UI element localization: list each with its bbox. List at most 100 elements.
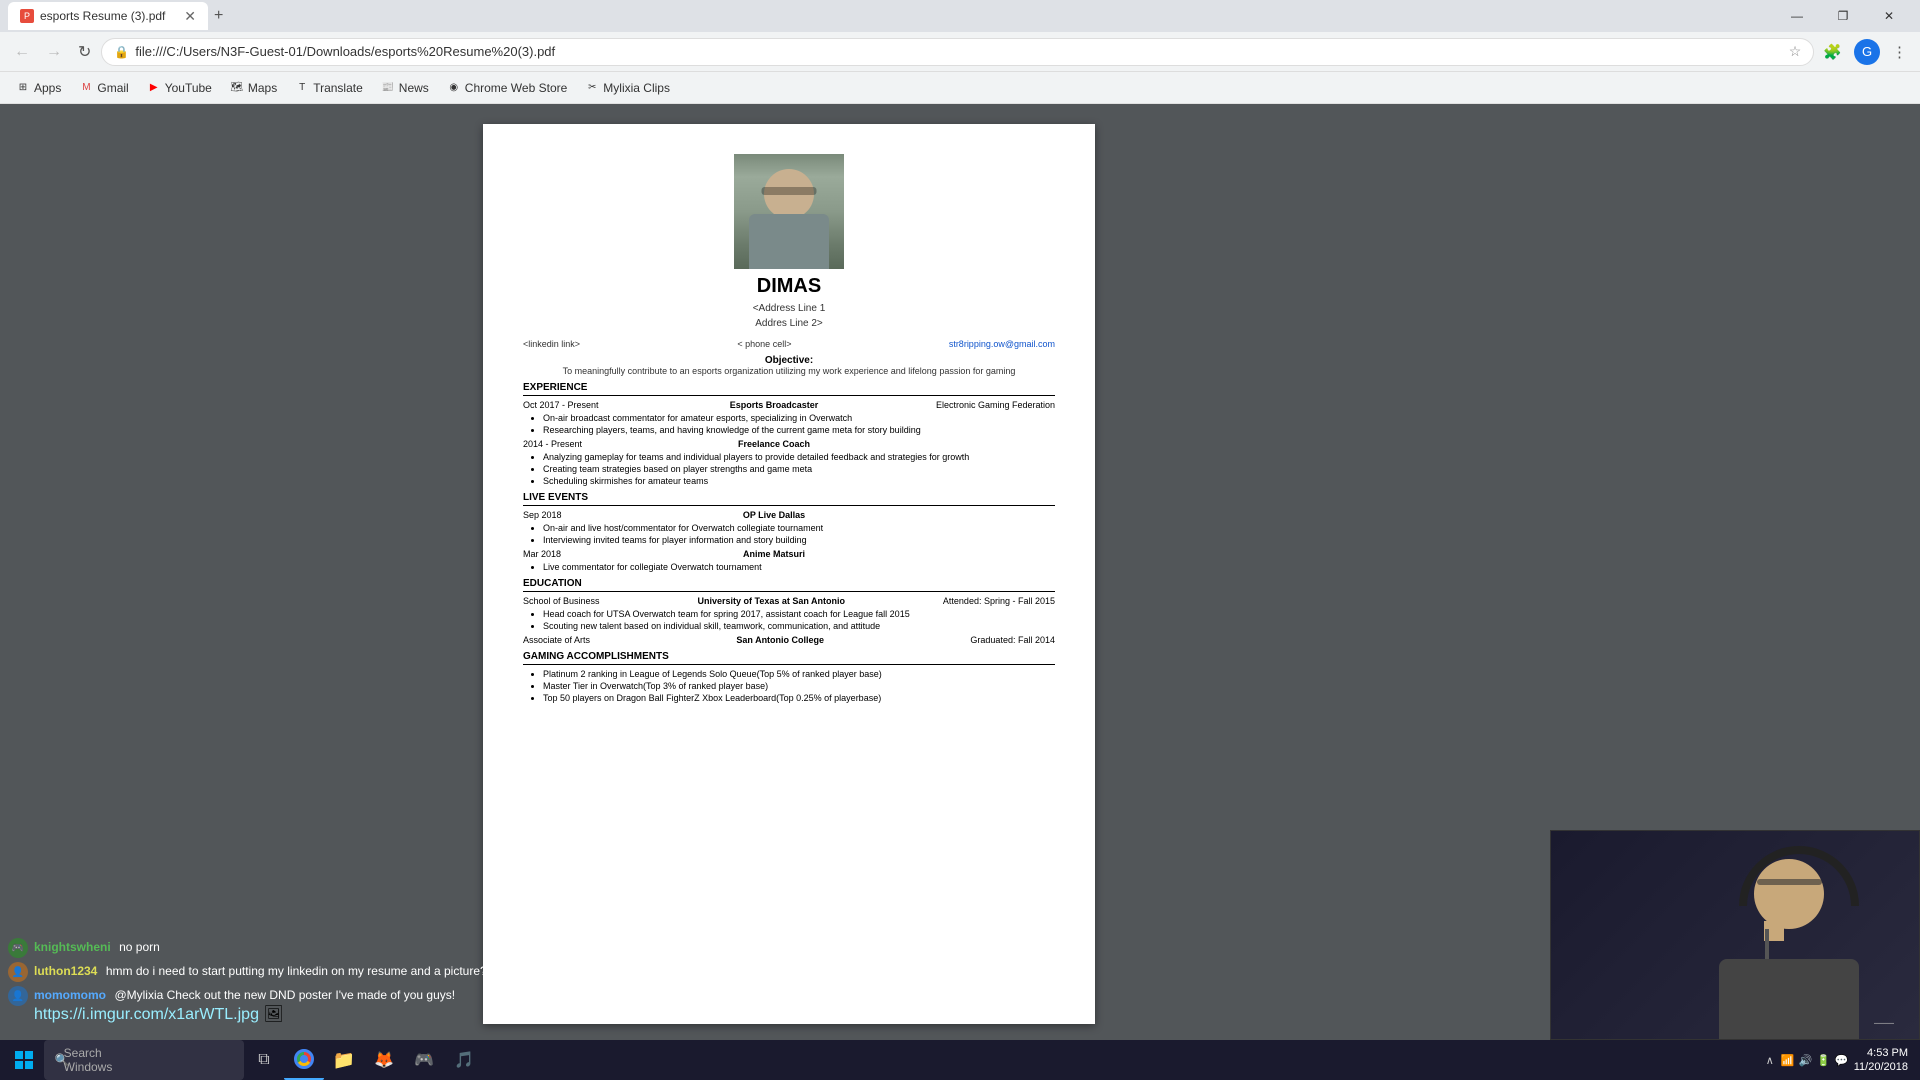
taskbar-clock[interactable]: 4:53 PM 11/20/2018 xyxy=(1854,1046,1908,1075)
close-button[interactable]: ✕ xyxy=(1866,0,1912,32)
live-event-row-1: Sep 2018 OP Live Dallas xyxy=(523,510,1055,520)
event2-date: Mar 2018 xyxy=(523,549,613,559)
profile-button[interactable]: G xyxy=(1849,34,1885,70)
resume-phone: < phone cell> xyxy=(737,339,791,349)
resume-email[interactable]: str8ripping.ow@gmail.com xyxy=(949,339,1055,349)
taskbar-search-label: Search Windows xyxy=(78,1050,98,1070)
resume-photo xyxy=(734,154,844,269)
bookmark-apps-label: Apps xyxy=(34,81,61,95)
chrome-web-store-icon: ◉ xyxy=(447,81,461,95)
event2-name: Anime Matsuri xyxy=(613,549,935,559)
extensions-button[interactable]: 🧩 xyxy=(1818,38,1847,66)
youtube-icon: ▶ xyxy=(147,81,161,95)
bookmark-translate-label: Translate xyxy=(313,81,363,95)
taskbar-chrome[interactable] xyxy=(284,1040,324,1080)
chat-message-1: 🎮 knightswheni no porn xyxy=(8,938,512,958)
bookmark-gmail[interactable]: M Gmail xyxy=(71,78,136,98)
minimize-button[interactable]: — xyxy=(1774,0,1820,32)
experience-row-2: 2014 - Present Freelance Coach xyxy=(523,439,1055,449)
live-events-section-title: LIVE EVENTS xyxy=(523,492,1055,506)
tab-close-button[interactable]: ✕ xyxy=(184,8,196,25)
chrome-icon xyxy=(294,1049,314,1069)
bookmark-apps[interactable]: ⊞ Apps xyxy=(8,78,69,98)
tray-battery[interactable]: 🔋 xyxy=(1816,1052,1832,1068)
tray-network[interactable]: 📶 xyxy=(1780,1052,1796,1068)
bookmark-mylixia-clips-label: Mylixia Clips xyxy=(603,81,670,95)
taskbar-right: ∧ 📶 🔊 🔋 💬 4:53 PM 11/20/2018 xyxy=(1762,1046,1916,1075)
event1-org xyxy=(935,510,1055,520)
tray-volume[interactable]: 🔊 xyxy=(1798,1052,1814,1068)
bookmark-news[interactable]: 📰 News xyxy=(373,78,437,98)
bookmark-star-button[interactable]: ☆ xyxy=(1789,43,1802,60)
task-view-icon: ⧉ xyxy=(254,1050,274,1070)
tray-up-arrow[interactable]: ∧ xyxy=(1762,1052,1778,1068)
resume-linkedin: <linkedin link> xyxy=(523,339,580,349)
chat-text-2: hmm do i need to start putting my linked… xyxy=(106,964,487,978)
exp2-bullet-2: Creating team strategies based on player… xyxy=(543,464,1055,474)
taskbar-app-1[interactable]: 🦊 xyxy=(364,1040,404,1080)
app1-icon: 🦊 xyxy=(374,1050,394,1070)
main-area: DIMAS <Address Line 1 Addres Line 2> <li… xyxy=(0,104,1920,1080)
file-explorer-icon: 📁 xyxy=(334,1050,354,1070)
event1-bullet-1: On-air and live host/commentator for Ove… xyxy=(543,523,1055,533)
event2-bullet-1: Live commentator for collegiate Overwatc… xyxy=(543,562,1055,572)
taskbar-file-explorer[interactable]: 📁 xyxy=(324,1040,364,1080)
resume-address-line1: <Address Line 1 xyxy=(523,301,1055,316)
exp2-bullet-3: Scheduling skirmishes for amateur teams xyxy=(543,476,1055,486)
pdf-container[interactable]: DIMAS <Address Line 1 Addres Line 2> <li… xyxy=(412,104,1166,1080)
resume-name: DIMAS xyxy=(523,275,1055,298)
gaming-bullets: Platinum 2 ranking in League of Legends … xyxy=(523,669,1055,703)
browser-tab[interactable]: P esports Resume (3).pdf ✕ xyxy=(8,2,208,30)
translate-icon: T xyxy=(295,81,309,95)
edu1-bullets: Head coach for UTSA Overwatch team for s… xyxy=(523,609,1055,631)
taskbar: 🔍 Search Windows ⧉ 📁 🦊 🎮 🎵 xyxy=(0,1040,1920,1080)
resume-contacts: <linkedin link> < phone cell> str8rippin… xyxy=(523,339,1055,349)
bookmark-maps[interactable]: 🗺 Maps xyxy=(222,78,285,98)
chat-username-2: luthon1234 xyxy=(34,964,97,978)
bookmark-mylixia-clips[interactable]: ✂ Mylixia Clips xyxy=(577,78,678,98)
bookmark-chrome-web-store[interactable]: ◉ Chrome Web Store xyxy=(439,78,576,98)
resume-address-line2: Addres Line 2> xyxy=(523,316,1055,331)
gaming-bullet-3: Top 50 players on Dragon Ball FighterZ X… xyxy=(543,693,1055,703)
maximize-button[interactable]: ❐ xyxy=(1820,0,1866,32)
chat-icon-1: 🎮 xyxy=(8,938,28,958)
forward-button[interactable]: → xyxy=(40,37,68,67)
taskbar-app-3[interactable]: 🎵 xyxy=(444,1040,484,1080)
gaming-bullet-1: Platinum 2 ranking in League of Legends … xyxy=(543,669,1055,679)
bookmark-youtube[interactable]: ▶ YouTube xyxy=(139,78,220,98)
new-tab-button[interactable]: + xyxy=(214,7,223,25)
task-view-button[interactable]: ⧉ xyxy=(244,1040,284,1080)
exp1-date: Oct 2017 - Present xyxy=(523,400,613,410)
lock-icon: 🔒 xyxy=(114,45,129,59)
refresh-button[interactable]: ↻ xyxy=(72,36,97,68)
chat-overlay: 🎮 knightswheni no porn 👤 luthon1234 hmm … xyxy=(0,930,520,1036)
bookmarks-bar: ⊞ Apps M Gmail ▶ YouTube 🗺 Maps T Transl… xyxy=(0,72,1920,104)
bookmark-chrome-web-store-label: Chrome Web Store xyxy=(465,81,568,95)
address-bar[interactable]: 🔒 file:///C:/Users/N3F-Guest-01/Download… xyxy=(101,38,1814,66)
taskbar-search[interactable]: 🔍 Search Windows xyxy=(44,1040,244,1080)
event2-bullets: Live commentator for collegiate Overwatc… xyxy=(523,562,1055,572)
exp1-bullet-1: On-air broadcast commentator for amateur… xyxy=(543,413,1055,423)
back-button[interactable]: ← xyxy=(8,37,36,67)
chat-icon-3: 👤 xyxy=(8,986,28,1006)
objective-text: To meaningfully contribute to an esports… xyxy=(523,366,1055,376)
exp2-bullet-1: Analyzing gameplay for teams and individ… xyxy=(543,452,1055,462)
tray-notification[interactable]: 💬 xyxy=(1834,1052,1850,1068)
tray-icons: ∧ 📶 🔊 🔋 💬 xyxy=(1762,1052,1850,1068)
edu-row-1: School of Business University of Texas a… xyxy=(523,596,1055,606)
taskbar-app-2[interactable]: 🎮 xyxy=(404,1040,444,1080)
gaming-title-prefix: GAM xyxy=(523,651,546,662)
menu-button[interactable]: ⋮ xyxy=(1887,38,1912,66)
exp1-bullets: On-air broadcast commentator for amateur… xyxy=(523,413,1055,435)
profile-avatar: G xyxy=(1854,39,1880,65)
edu-row-2: Associate of Arts San Antonio College Gr… xyxy=(523,635,1055,645)
title-bar: P esports Resume (3).pdf ✕ + — ❐ ✕ xyxy=(0,0,1920,32)
start-button[interactable] xyxy=(4,1040,44,1080)
chat-link-3[interactable]: https://i.imgur.com/x1arWTL.jpg xyxy=(34,1006,259,1023)
edu1-bullet-1: Head coach for UTSA Overwatch team for s… xyxy=(543,609,1055,619)
chat-message-2: 👤 luthon1234 hmm do i need to start putt… xyxy=(8,962,512,982)
chat-text-3: @Mylixia Check out the new DND poster I'… xyxy=(114,988,455,1002)
exp1-bullet-2: Researching players, teams, and having k… xyxy=(543,425,1055,435)
event1-bullets: On-air and live host/commentator for Ove… xyxy=(523,523,1055,545)
bookmark-translate[interactable]: T Translate xyxy=(287,78,371,98)
